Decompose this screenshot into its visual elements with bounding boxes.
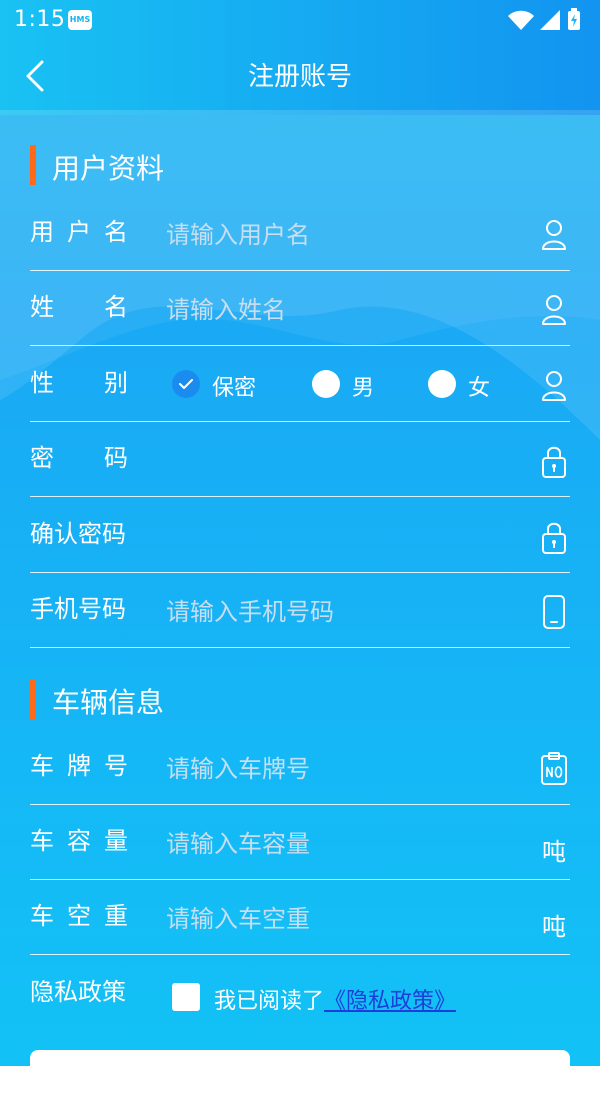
gender-option-label: 保密 bbox=[212, 376, 257, 401]
page-title: 注册账号 bbox=[247, 62, 352, 92]
unit-label: 吨 bbox=[542, 838, 566, 866]
gender-option-label: 女 bbox=[468, 376, 491, 401]
lock-icon bbox=[542, 446, 566, 478]
plate-no-icon bbox=[541, 752, 567, 785]
privacy-checkbox[interactable] bbox=[172, 983, 200, 1011]
unit-label: 吨 bbox=[542, 913, 566, 941]
password-input[interactable] bbox=[166, 443, 506, 479]
phone-input[interactable] bbox=[166, 594, 506, 630]
username-row: 用户名 bbox=[30, 195, 570, 271]
username-label: 用户名 bbox=[30, 218, 141, 246]
gender-radio-male[interactable]: 男 bbox=[312, 366, 402, 402]
signal-icon bbox=[540, 10, 560, 30]
confirm-password-label: 确认密码 bbox=[30, 520, 126, 548]
empty-weight-label: 车空重 bbox=[30, 902, 141, 930]
gender-radio-secret[interactable]: 保密 bbox=[172, 366, 282, 402]
name-label: 姓名 bbox=[30, 293, 178, 321]
lock-icon bbox=[542, 522, 566, 554]
phone-icon bbox=[543, 595, 565, 629]
gender-option-label: 男 bbox=[352, 376, 375, 401]
user-icon bbox=[542, 295, 566, 325]
gender-row: 性别 保密 男 女 bbox=[30, 346, 570, 422]
plate-input[interactable] bbox=[166, 751, 506, 787]
password-label: 密码 bbox=[30, 444, 178, 472]
plate-label: 车牌号 bbox=[30, 752, 141, 780]
hms-badge: HMS bbox=[68, 10, 92, 30]
capacity-input[interactable] bbox=[166, 826, 506, 862]
battery-charging-icon bbox=[568, 8, 580, 30]
username-input[interactable] bbox=[166, 217, 506, 253]
capacity-label: 车容量 bbox=[30, 827, 141, 855]
confirm-password-input[interactable] bbox=[166, 519, 506, 555]
gender-radio-female[interactable]: 女 bbox=[428, 366, 518, 402]
phone-label: 手机号码 bbox=[30, 595, 126, 623]
name-input[interactable] bbox=[166, 292, 506, 328]
agree-text: 我已阅读了 bbox=[214, 989, 325, 1014]
wifi-icon bbox=[508, 10, 534, 30]
section-accent-bar bbox=[30, 145, 36, 185]
privacy-row: 隐私政策 我已阅读了《隐私政策》 bbox=[30, 955, 570, 1030]
capacity-row: 车容量 吨 bbox=[30, 804, 570, 880]
privacy-policy-link[interactable]: 《隐私政策》 bbox=[324, 989, 456, 1014]
name-row: 姓名 bbox=[30, 270, 570, 346]
gender-label: 性别 bbox=[30, 369, 178, 397]
phone-row: 手机号码 bbox=[30, 572, 570, 648]
status-icons bbox=[508, 8, 580, 30]
user-icon bbox=[542, 371, 566, 401]
app-header: 注册账号 bbox=[0, 40, 600, 112]
checkmark-icon bbox=[179, 379, 193, 389]
status-bar: 1:15 HMS bbox=[0, 0, 600, 40]
privacy-agree-text: 我已阅读了《隐私政策》 bbox=[214, 983, 456, 1015]
status-time: 1:15 bbox=[14, 7, 66, 32]
submit-button[interactable] bbox=[30, 1050, 570, 1110]
section-title: 用户资料 bbox=[52, 152, 165, 185]
confirm-password-row: 确认密码 bbox=[30, 497, 570, 573]
radio-unchecked-icon bbox=[312, 370, 340, 398]
empty-weight-input[interactable] bbox=[166, 901, 506, 937]
radio-unchecked-icon bbox=[428, 370, 456, 398]
radio-checked-icon bbox=[172, 370, 200, 398]
privacy-label: 隐私政策 bbox=[30, 978, 126, 1006]
empty-weight-row: 车空重 吨 bbox=[30, 879, 570, 955]
plate-row: 车牌号 bbox=[30, 729, 570, 805]
password-row: 密码 bbox=[30, 421, 570, 497]
section-accent-bar bbox=[30, 679, 36, 719]
section-title: 车辆信息 bbox=[52, 686, 165, 719]
user-icon bbox=[542, 220, 566, 250]
